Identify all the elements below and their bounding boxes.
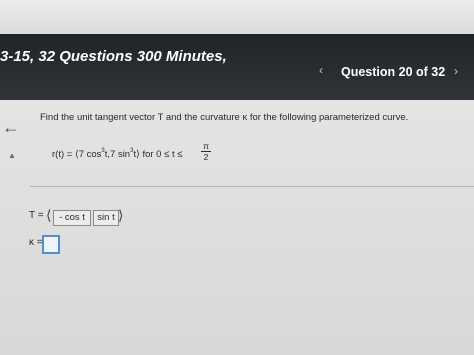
question-panel <box>0 100 474 355</box>
chevron-right-icon[interactable]: › <box>448 63 464 79</box>
component-2: t,7 sin <box>104 149 131 160</box>
tangent-y-input[interactable]: sin t <box>93 210 119 226</box>
fraction-numerator: π <box>203 141 209 151</box>
answer-close-bracket: ⟩ <box>118 207 124 223</box>
tangent-label: T = <box>29 210 44 221</box>
parametric-equation: r(t) = ⟨7 cos3t,7 sin3t⟩ for 0 ≤ t ≤ <box>52 148 182 160</box>
equation-lhs: r(t) = <box>52 149 75 160</box>
divider <box>30 186 474 187</box>
top-strip <box>0 0 474 34</box>
answer-open-bracket: ⟨ <box>46 207 52 223</box>
fraction-denominator: 2 <box>203 152 209 162</box>
domain-text: for 0 ≤ t ≤ <box>139 149 183 160</box>
question-counter[interactable]: Question 20 of 32 <box>341 65 445 79</box>
component-1: 7 cos <box>78 149 102 160</box>
domain-fraction: π 2 <box>201 141 211 163</box>
caret-up-icon[interactable]: ▲ <box>8 151 20 161</box>
curvature-label: κ = <box>29 237 43 248</box>
assignment-title: 3-15, 32 Questions 300 Minutes, <box>0 48 227 65</box>
back-arrow-icon[interactable]: ← <box>2 117 22 137</box>
tangent-x-input[interactable]: - cos t <box>53 210 91 226</box>
header-bar: 3-15, 32 Questions 300 Minutes, ‹ Questi… <box>0 34 474 100</box>
question-prompt: Find the unit tangent vector T and the c… <box>40 112 409 123</box>
curvature-input[interactable] <box>42 235 60 254</box>
chevron-left-icon[interactable]: ‹ <box>313 62 329 78</box>
